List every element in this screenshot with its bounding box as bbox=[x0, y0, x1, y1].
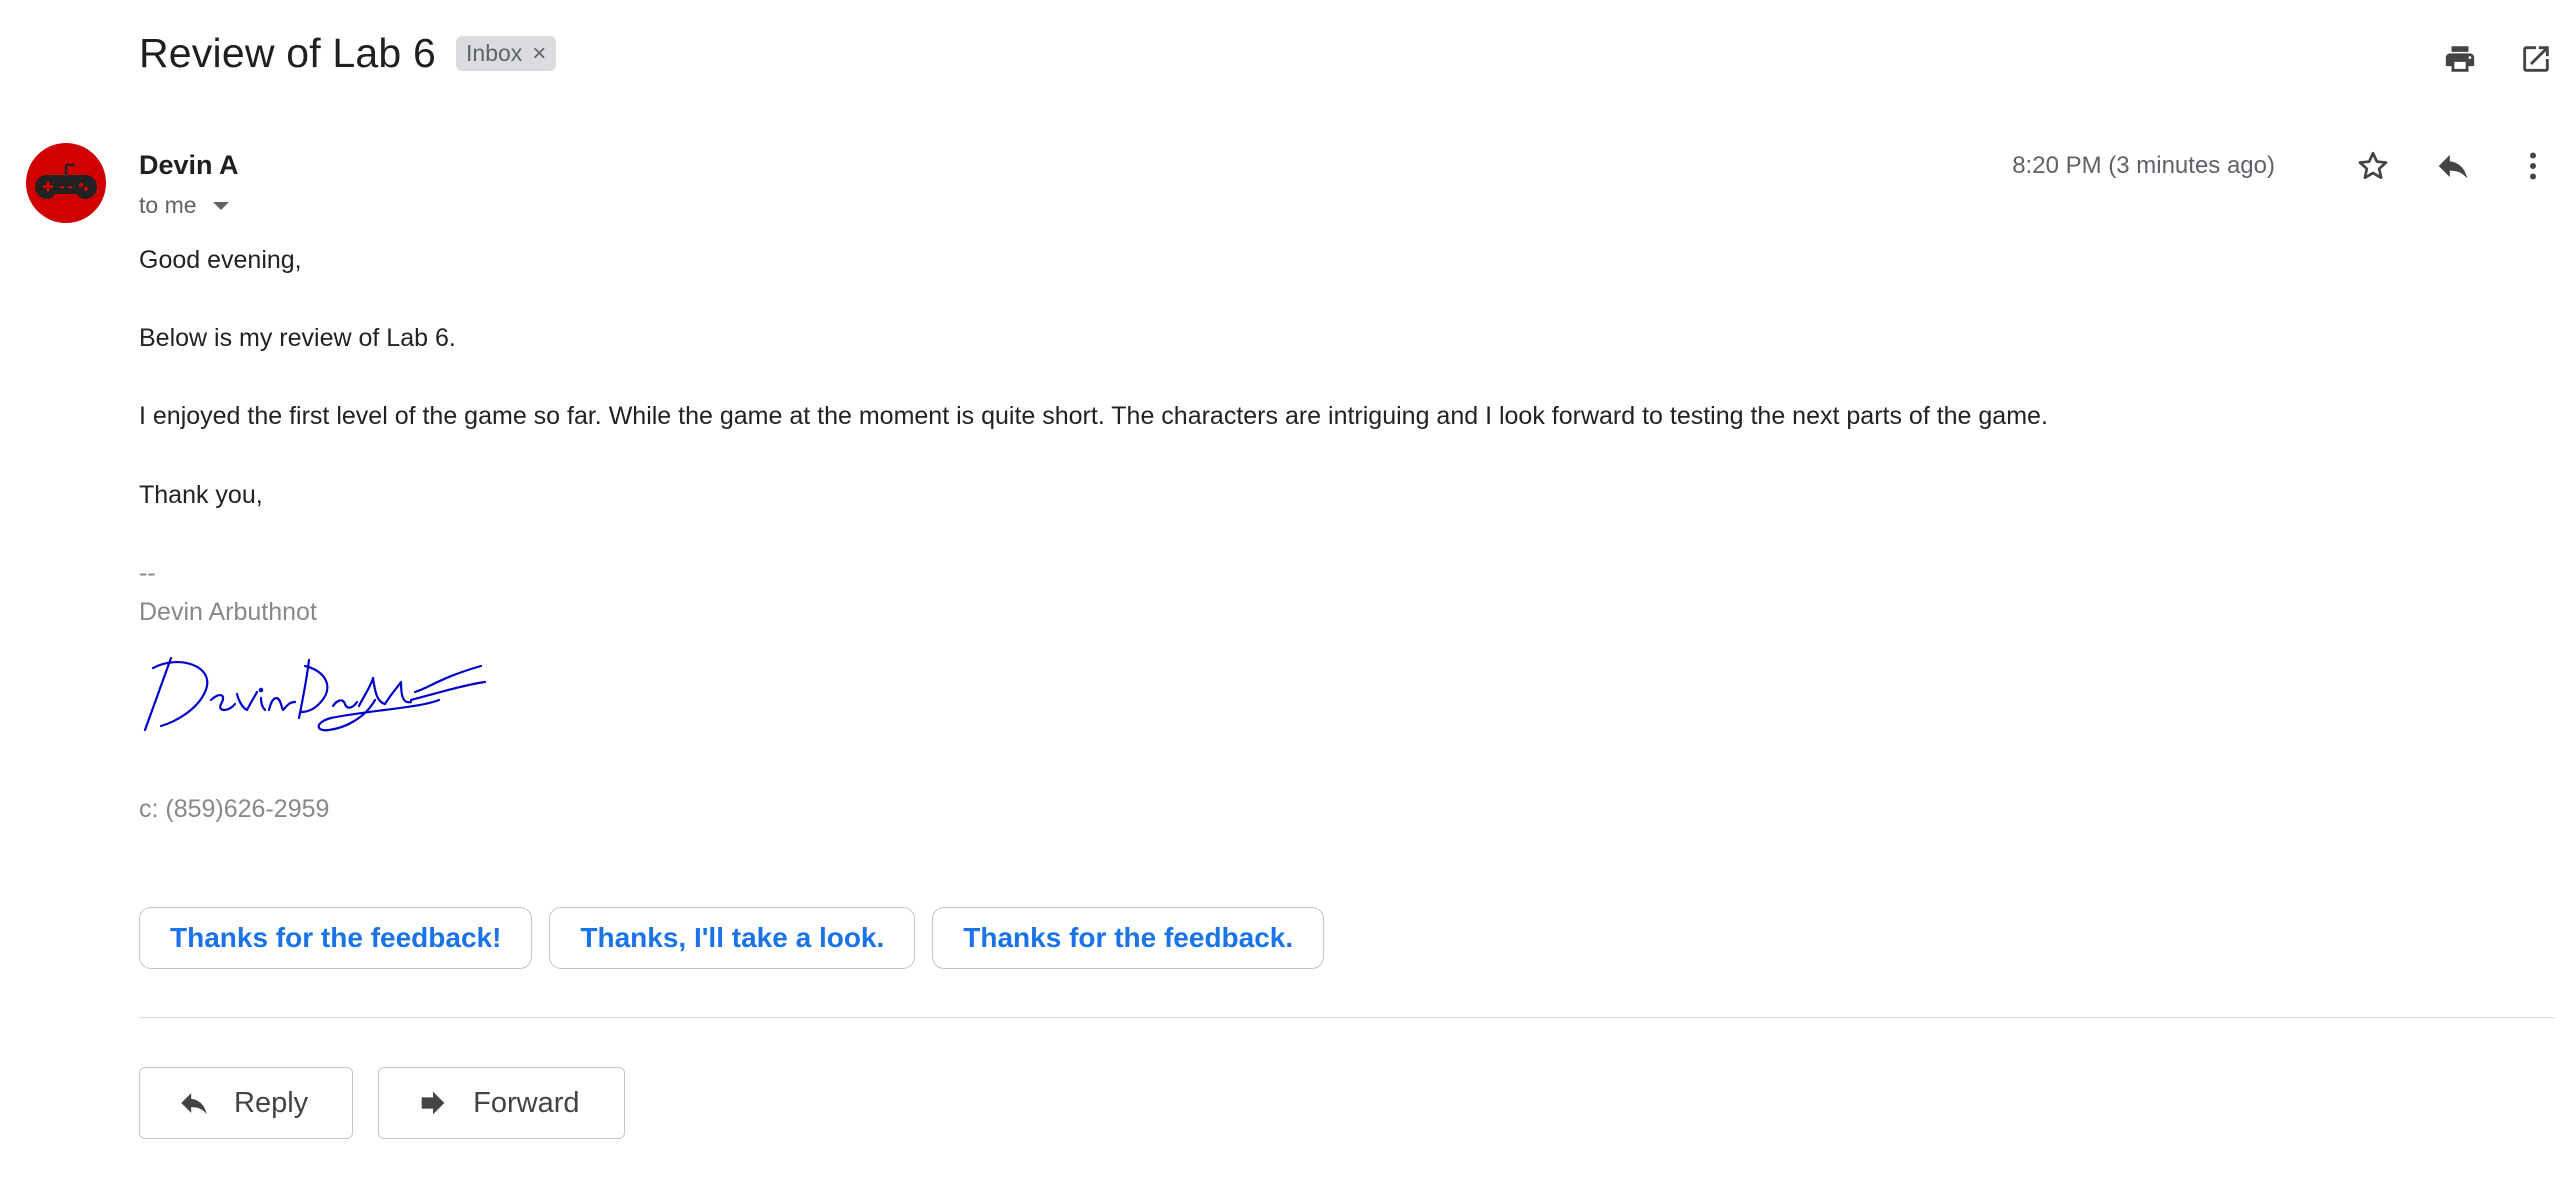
body-line-2: I enjoyed the first level of the game so… bbox=[139, 402, 2048, 430]
sender-name[interactable]: Devin A bbox=[139, 150, 239, 181]
handwritten-signature bbox=[139, 648, 499, 749]
body-closing: Thank you, bbox=[139, 481, 263, 509]
reply-icon[interactable] bbox=[2431, 144, 2475, 188]
message-timestamp: 8:20 PM (3 minutes ago) bbox=[2012, 152, 2275, 179]
star-icon[interactable] bbox=[2351, 144, 2395, 188]
smart-replies: Thanks for the feedback! Thanks, I'll ta… bbox=[139, 907, 1325, 969]
reply-button[interactable]: Reply bbox=[139, 1067, 354, 1139]
smart-reply-2[interactable]: Thanks, I'll take a look. bbox=[549, 907, 916, 969]
recipient-details-dropdown-icon[interactable] bbox=[212, 201, 229, 210]
body-line-1: Below is my review of Lab 6. bbox=[139, 324, 456, 352]
smart-reply-3[interactable]: Thanks for the feedback. bbox=[932, 907, 1325, 969]
recipient-text: to me bbox=[139, 192, 197, 218]
header-toolbar bbox=[2441, 40, 2555, 78]
email-header: Review of Lab 6 Inbox × bbox=[139, 30, 557, 77]
open-in-new-window-icon[interactable] bbox=[2517, 40, 2555, 78]
reply-label: Reply bbox=[234, 1086, 309, 1119]
reply-icon bbox=[176, 1085, 212, 1121]
sender-avatar[interactable] bbox=[26, 143, 106, 223]
divider bbox=[139, 1017, 2555, 1018]
signature-separator: -- bbox=[139, 559, 156, 587]
forward-icon bbox=[415, 1085, 451, 1121]
message-meta: 8:20 PM (3 minutes ago) bbox=[2012, 144, 2555, 188]
smart-reply-1[interactable]: Thanks for the feedback! bbox=[139, 907, 533, 969]
forward-button[interactable]: Forward bbox=[378, 1067, 625, 1139]
reply-actions: Reply Forward bbox=[139, 1067, 625, 1139]
remove-label-icon[interactable]: × bbox=[532, 41, 546, 66]
signature-phone: c: (859)626-2959 bbox=[139, 795, 330, 823]
forward-label: Forward bbox=[473, 1086, 580, 1119]
inbox-label-chip[interactable]: Inbox × bbox=[456, 36, 557, 71]
recipient-line[interactable]: to me bbox=[139, 192, 229, 219]
signature-name: Devin Arbuthnot bbox=[139, 598, 317, 626]
gamepad-icon bbox=[35, 163, 97, 200]
print-icon[interactable] bbox=[2441, 40, 2479, 78]
body-greeting: Good evening, bbox=[139, 246, 302, 274]
label-text: Inbox bbox=[466, 40, 523, 66]
email-subject: Review of Lab 6 bbox=[139, 30, 437, 76]
more-vert-icon[interactable] bbox=[2511, 144, 2555, 188]
